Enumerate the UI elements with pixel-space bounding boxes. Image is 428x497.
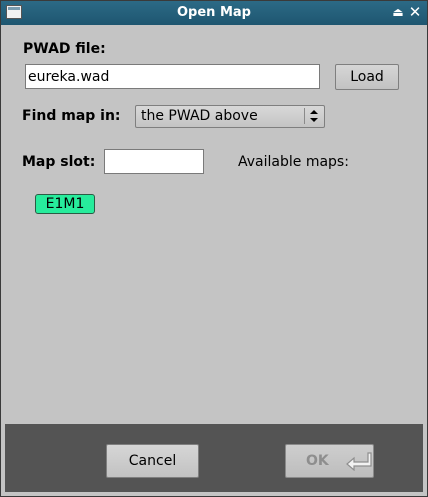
window-title: Open Map (177, 5, 251, 20)
find-map-label: Find map in: (22, 108, 121, 124)
chevron-up-down-icon (310, 110, 318, 122)
available-maps-label: Available maps: (238, 154, 349, 170)
shade-icon[interactable]: ⏏ (391, 4, 405, 20)
map-slot-input[interactable] (104, 149, 204, 174)
find-map-selected-value: the PWAD above (141, 108, 258, 124)
ok-button[interactable]: OK (285, 444, 374, 478)
select-divider (304, 108, 305, 124)
load-button[interactable]: Load (335, 64, 399, 90)
cancel-button[interactable]: Cancel (106, 444, 199, 478)
pwad-file-label: PWAD file: (23, 41, 106, 57)
find-map-select[interactable]: the PWAD above (135, 105, 325, 128)
ok-button-label: OK (306, 453, 329, 469)
close-icon[interactable]: ✕ (407, 4, 423, 20)
title-bar[interactable]: Open Map ⏏ ✕ (1, 1, 427, 25)
open-map-dialog: Open Map ⏏ ✕ PWAD file: Load Find map in… (0, 0, 428, 497)
dialog-footer: Cancel OK (5, 424, 423, 492)
map-slot-label: Map slot: (22, 154, 96, 170)
enter-key-icon (346, 452, 372, 471)
map-chip-e1m1[interactable]: E1M1 (35, 194, 95, 214)
pwad-file-input[interactable] (25, 64, 320, 89)
